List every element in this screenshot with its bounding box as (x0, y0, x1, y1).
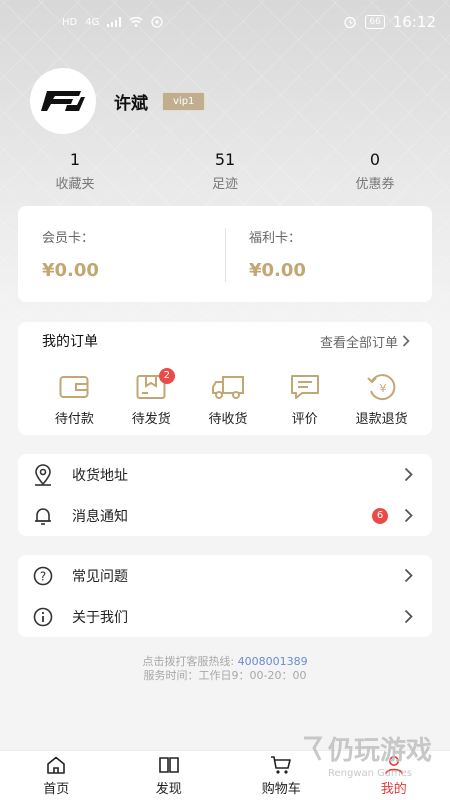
menu-group-2: ? 常见问题 关于我们 (18, 555, 432, 637)
stat-number: 0 (369, 150, 381, 169)
vip-badge: vip1 (162, 91, 206, 111)
service-hours: 服务时间：工作日9：00-20：00 (143, 669, 307, 682)
welfare-card[interactable]: 福利卡： ¥0.00 (225, 227, 432, 281)
stat-favorites[interactable]: 1 收藏夹 (0, 150, 150, 192)
order-refund[interactable]: ¥ 退款退货 (343, 374, 420, 427)
avatar[interactable] (30, 68, 96, 134)
signal-text: 4G (85, 16, 100, 28)
hotline-prefix: 点击拨打客服热线: (142, 655, 235, 668)
status-left: HD 4G (62, 16, 163, 28)
signal-icon (107, 17, 122, 27)
member-card-amount: ¥0.00 (42, 260, 99, 281)
orders-header: 我的订单 查看全部订单 (18, 322, 432, 360)
hotline-line[interactable]: 点击拨打客服热线: 4008001389 (0, 655, 450, 669)
menu-label: 收货地址 (72, 467, 128, 484)
watermark: 仍玩游戏 Rengwan Games (300, 730, 433, 779)
data-saver-icon (151, 16, 163, 28)
brand-logo-icon (41, 91, 85, 111)
alarm-icon (344, 16, 356, 29)
order-pending-payment[interactable]: 待付款 (36, 374, 113, 427)
view-all-orders-label: 查看全部订单 (319, 335, 398, 351)
network-type: HD (62, 16, 78, 28)
watermark-text: 仍玩游戏 (328, 736, 433, 766)
stat-number: 1 (69, 150, 81, 169)
notification-count-badge: 6 (372, 507, 388, 524)
pending-shipment-badge: 2 (158, 368, 175, 384)
menu-notifications[interactable]: 消息通知 6 (18, 495, 432, 536)
stat-label: 足迹 (211, 177, 238, 192)
home-icon (47, 756, 66, 774)
watermark-subtext: Rengwan Games (328, 768, 413, 779)
hotline-phone[interactable]: 4008001389 (238, 655, 308, 668)
wallet-card: 会员卡： ¥0.00 福利卡： ¥0.00 (18, 206, 432, 302)
stat-label: 收藏夹 (55, 177, 95, 192)
menu-group-1: 收货地址 消息通知 6 (18, 454, 432, 536)
orders-title: 我的订单 (42, 334, 98, 350)
nav-label: 我的 (380, 781, 407, 797)
status-right: 66 16:12 (343, 13, 436, 31)
comment-icon (290, 375, 319, 399)
stat-footprints[interactable]: 51 足迹 (150, 150, 300, 192)
wallet-icon (59, 376, 89, 398)
stat-label: 优惠券 (355, 177, 395, 192)
orders-card: 我的订单 查看全部订单 待付款 2 待发货 待收货 评价 ¥ 退款退货 (18, 322, 432, 435)
orders-status-row: 待付款 2 待发货 待收货 评价 ¥ 退款退货 (18, 360, 432, 427)
svg-text:?: ? (40, 569, 46, 583)
order-pending-shipment[interactable]: 2 待发货 (113, 368, 190, 427)
menu-about-us[interactable]: 关于我们 (18, 596, 432, 637)
question-icon: ? (33, 566, 53, 585)
nav-label: 购物车 (261, 781, 301, 797)
menu-faq[interactable]: ? 常见问题 (18, 555, 432, 596)
chevron-right-icon (404, 508, 413, 523)
chevron-right-icon (404, 467, 413, 482)
view-all-orders-link[interactable]: 查看全部订单 (320, 332, 410, 351)
refund-icon: ¥ (366, 374, 395, 401)
profile-header: 许斌 vip1 (30, 68, 206, 134)
order-label: 待收货 (208, 412, 248, 427)
book-icon (158, 756, 179, 773)
truck-icon (211, 376, 244, 399)
stat-number: 51 (214, 150, 236, 169)
battery-level: 66 (365, 15, 385, 29)
location-icon (35, 463, 51, 486)
nav-home[interactable]: 首页 (0, 751, 113, 800)
order-label: 待付款 (54, 412, 94, 427)
order-label: 退款退货 (355, 412, 408, 427)
chevron-right-icon (404, 568, 413, 583)
member-card[interactable]: 会员卡： ¥0.00 (18, 227, 225, 281)
stats-row: 1 收藏夹 51 足迹 0 优惠券 (0, 150, 450, 192)
watermark-logo-icon (304, 736, 323, 761)
svg-text:¥: ¥ (379, 382, 386, 395)
wallet-divider (225, 228, 226, 282)
menu-label: 关于我们 (72, 609, 128, 626)
bell-icon (35, 507, 51, 525)
order-review[interactable]: 评价 (266, 374, 343, 427)
welfare-card-amount: ¥0.00 (249, 260, 306, 281)
user-name: 许斌 (114, 93, 148, 114)
menu-label: 消息通知 (72, 508, 128, 525)
clock: 16:12 (392, 13, 436, 31)
nav-label: 发现 (155, 781, 182, 797)
customer-service-info: 点击拨打客服热线: 4008001389 服务时间：工作日9：00-20：00 (0, 655, 450, 683)
chevron-right-icon (402, 335, 410, 347)
order-label: 待发货 (131, 412, 171, 427)
stat-coupons[interactable]: 0 优惠券 (300, 150, 450, 192)
menu-label: 常见问题 (72, 568, 128, 585)
order-pending-receipt[interactable]: 待收货 (190, 374, 267, 427)
info-icon (33, 607, 53, 626)
welfare-card-label: 福利卡： (249, 231, 302, 246)
cart-icon (271, 755, 292, 774)
member-card-label: 会员卡： (42, 231, 95, 246)
status-bar: HD 4G 66 16:12 (0, 0, 450, 44)
wifi-icon (129, 17, 143, 27)
nav-discover[interactable]: 发现 (113, 751, 226, 800)
order-label: 评价 (291, 412, 318, 427)
menu-shipping-address[interactable]: 收货地址 (18, 454, 432, 495)
nav-label: 首页 (43, 781, 70, 797)
chevron-right-icon (404, 609, 413, 624)
